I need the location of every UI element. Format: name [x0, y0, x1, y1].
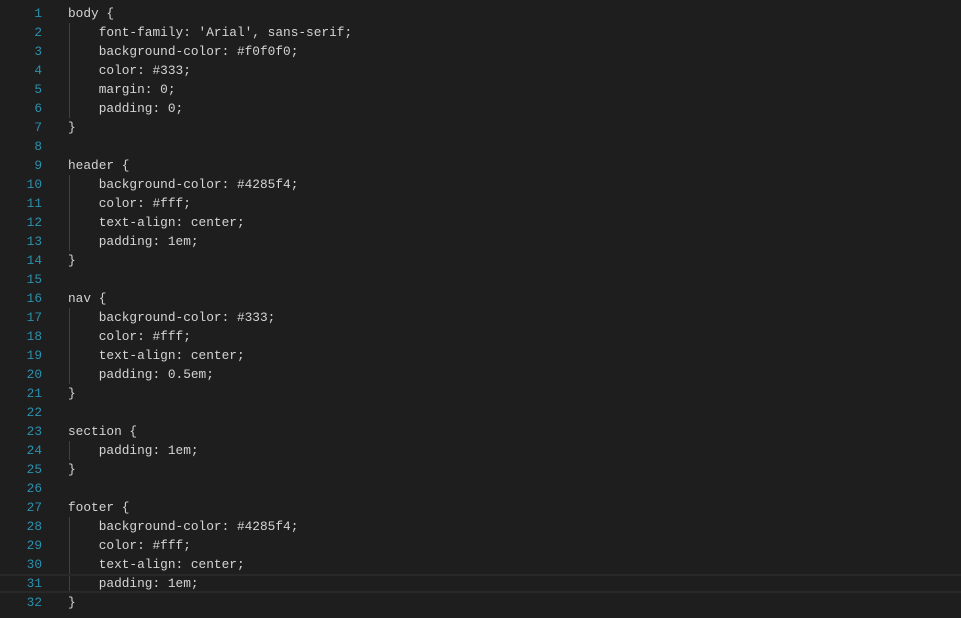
line-number: 17 — [26, 310, 42, 325]
code-line[interactable]: 15 — [0, 270, 961, 289]
line-number: 28 — [26, 519, 42, 534]
code-line[interactable]: 29 color: #fff; — [0, 536, 961, 555]
code-text: } — [68, 595, 76, 610]
code-line[interactable]: 20 padding: 0.5em; — [0, 365, 961, 384]
code-text: margin: 0; — [68, 82, 176, 97]
code-line[interactable]: 11 color: #fff; — [0, 194, 961, 213]
line-number: 26 — [26, 481, 42, 496]
code-line[interactable]: 1 body { — [0, 4, 961, 23]
code-text: } — [68, 462, 76, 477]
line-number: 12 — [26, 215, 42, 230]
code-text: footer { — [68, 500, 130, 515]
code-text: color: #fff; — [68, 538, 191, 553]
code-text: color: #fff; — [68, 196, 191, 211]
code-text: body { — [68, 6, 115, 21]
code-text: background-color: #4285f4; — [68, 177, 299, 192]
code-text: } — [68, 386, 76, 401]
code-line[interactable]: 30 text-align: center; — [0, 555, 961, 574]
code-text: color: #fff; — [68, 329, 191, 344]
line-number: 25 — [26, 462, 42, 477]
code-text: header { — [68, 158, 130, 173]
code-text: padding: 0; — [68, 101, 184, 116]
code-line[interactable]: 10 background-color: #4285f4; — [0, 175, 961, 194]
line-number: 11 — [26, 196, 42, 211]
line-number: 29 — [26, 538, 42, 553]
line-number: 16 — [26, 291, 42, 306]
line-number: 15 — [26, 272, 42, 287]
line-number: 23 — [26, 424, 42, 439]
code-line[interactable]: 4 color: #333; — [0, 61, 961, 80]
code-line[interactable]: 27 footer { — [0, 498, 961, 517]
line-number: 32 — [26, 595, 42, 610]
code-text: padding: 0.5em; — [68, 367, 214, 382]
code-text: text-align: center; — [68, 215, 245, 230]
line-number: 22 — [26, 405, 42, 420]
line-number: 18 — [26, 329, 42, 344]
code-editor[interactable]: 1 body { 2 font-family: 'Arial', sans-seri… — [0, 0, 961, 618]
line-number: 14 — [26, 253, 42, 268]
code-text: } — [68, 120, 76, 135]
code-line[interactable]: 9 header { — [0, 156, 961, 175]
code-text: nav { — [68, 291, 107, 306]
line-number: 5 — [34, 82, 42, 97]
code-text: text-align: center; — [68, 557, 245, 572]
code-line[interactable]: 5 margin: 0; — [0, 80, 961, 99]
line-number: 4 — [34, 63, 42, 78]
code-line[interactable]: 14} — [0, 251, 961, 270]
code-line[interactable]: 12 text-align: center; — [0, 213, 961, 232]
line-number: 2 — [34, 25, 42, 40]
code-line[interactable]: 7} — [0, 118, 961, 137]
line-number: 3 — [34, 44, 42, 59]
code-text: padding: 1em; — [68, 576, 199, 591]
code-line[interactable]: 23 section { — [0, 422, 961, 441]
code-line[interactable]: 18 color: #fff; — [0, 327, 961, 346]
code-line[interactable]: 8 — [0, 137, 961, 156]
code-text: } — [68, 253, 76, 268]
line-number: 9 — [34, 158, 42, 173]
code-text: section { — [68, 424, 138, 439]
code-text: padding: 1em; — [68, 443, 199, 458]
line-number: 13 — [26, 234, 42, 249]
line-number: 24 — [26, 443, 42, 458]
line-number: 19 — [26, 348, 42, 363]
line-number: 21 — [26, 386, 42, 401]
code-text: background-color: #333; — [68, 310, 276, 325]
line-number: 7 — [34, 120, 42, 135]
line-number: 20 — [26, 367, 42, 382]
code-text: text-align: center; — [68, 348, 245, 363]
code-line[interactable]: 25} — [0, 460, 961, 479]
code-line[interactable]: 17 background-color: #333; — [0, 308, 961, 327]
code-text: color: #333; — [68, 63, 191, 78]
line-number: 6 — [34, 101, 42, 116]
code-line[interactable]: 22 — [0, 403, 961, 422]
code-text: background-color: #4285f4; — [68, 519, 299, 534]
code-line[interactable]: 19 text-align: center; — [0, 346, 961, 365]
line-number: 10 — [26, 177, 42, 192]
code-line[interactable]: 24 padding: 1em; — [0, 441, 961, 460]
code-line[interactable]: 13 padding: 1em; — [0, 232, 961, 251]
line-number: 31 — [26, 576, 42, 591]
code-line[interactable]: 21} — [0, 384, 961, 403]
code-line[interactable]: 2 font-family: 'Arial', sans-serif; — [0, 23, 961, 42]
line-number: 27 — [26, 500, 42, 515]
code-text: background-color: #f0f0f0; — [68, 44, 299, 59]
code-line[interactable]: 28 background-color: #4285f4; — [0, 517, 961, 536]
line-number: 1 — [34, 6, 42, 21]
line-number: 30 — [26, 557, 42, 572]
code-line[interactable]: 6 padding: 0; — [0, 99, 961, 118]
code-line[interactable]: 3 background-color: #f0f0f0; — [0, 42, 961, 61]
code-line[interactable]: 26 — [0, 479, 961, 498]
code-line[interactable]: 32} — [0, 593, 961, 612]
code-text: font-family: 'Arial', sans-serif; — [68, 25, 353, 40]
code-text: padding: 1em; — [68, 234, 199, 249]
line-number: 8 — [34, 139, 42, 154]
code-line[interactable]: 16 nav { — [0, 289, 961, 308]
code-line[interactable]: 31 padding: 1em; — [0, 574, 961, 593]
